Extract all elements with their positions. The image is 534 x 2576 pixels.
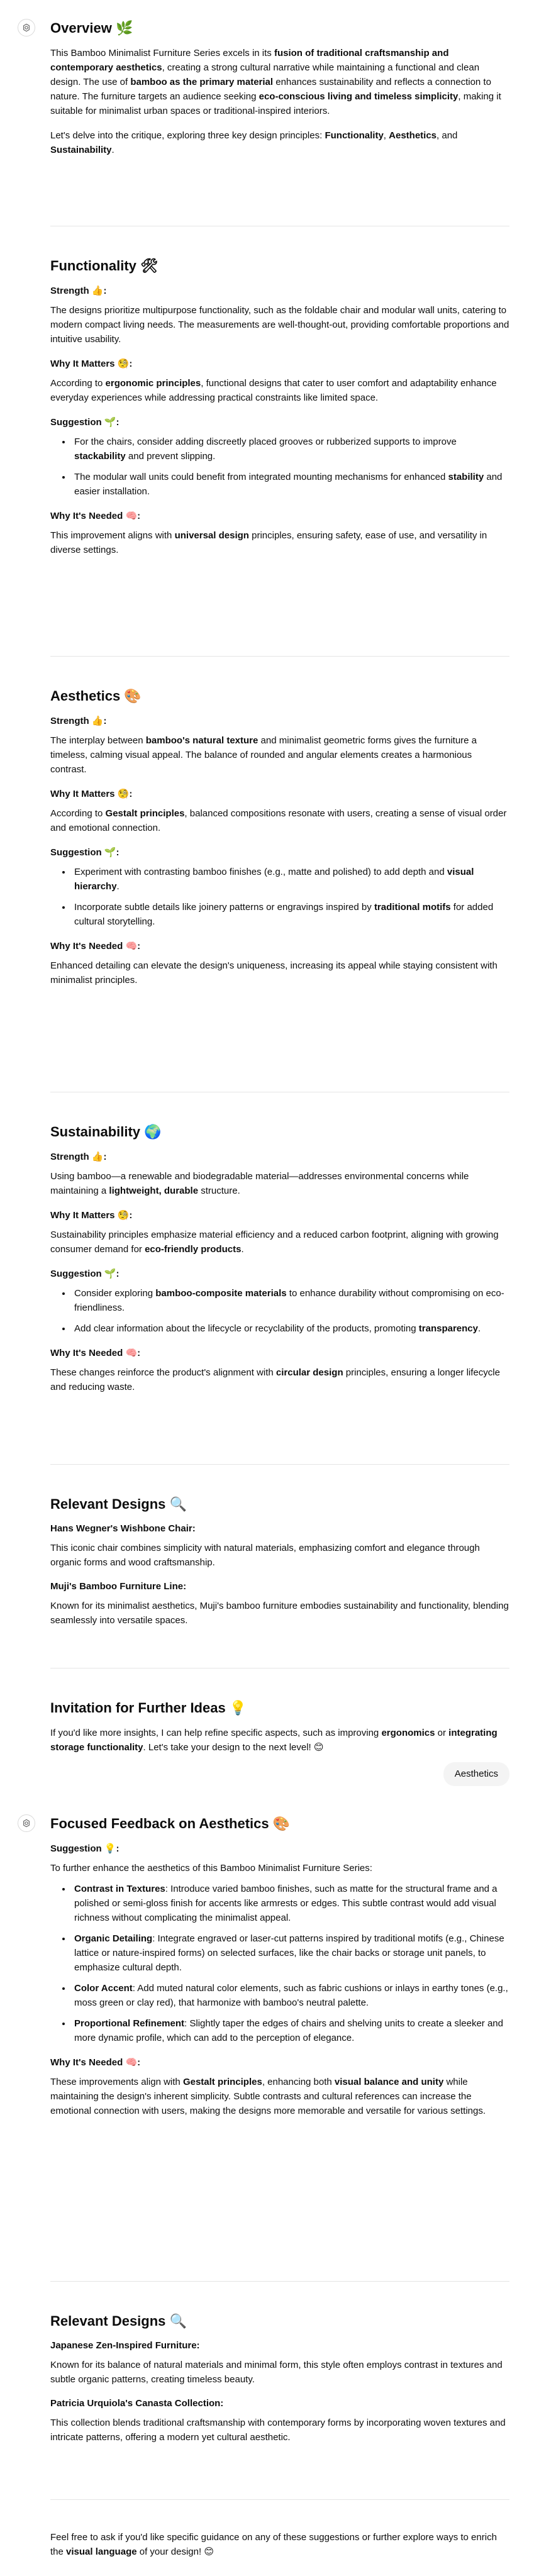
relevant-designs-heading: Relevant Designs 🔍: [50, 2313, 187, 2329]
divider: [50, 656, 509, 657]
openai-logo-icon: [23, 1819, 30, 1828]
suggestion-list: Experiment with contrasting bamboo finis…: [50, 865, 509, 929]
relevant-designs-section: Relevant Designs 🔍 Japanese Zen-Inspired…: [50, 2312, 509, 2455]
list-item: Color Accent: Add muted natural color el…: [72, 1981, 509, 2010]
why-it-matters-paragraph: According to ergonomic principles, funct…: [50, 378, 497, 403]
why-its-needed-heading: Why It's Needed 🧠:: [50, 2057, 141, 2068]
design-description: This iconic chair combines simplicity wi…: [50, 1543, 480, 1568]
suggestion-list: Consider exploring bamboo-composite mate…: [50, 1286, 509, 1336]
why-its-needed-paragraph: Enhanced detailing can elevate the desig…: [50, 960, 498, 985]
assistant-avatar-icon: [18, 19, 35, 36]
why-its-needed-paragraph: This improvement aligns with universal d…: [50, 530, 487, 555]
design-description: This collection blends traditional craft…: [50, 2418, 506, 2443]
strength-heading: Strength 👍:: [50, 1151, 107, 1162]
closing-paragraph: Feel free to ask if you'd like specific …: [50, 2532, 497, 2557]
list-item: Add clear information about the lifecycl…: [72, 1321, 509, 1336]
relevant-designs-section: Relevant Designs 🔍 Hans Wegner's Wishbon…: [50, 1495, 509, 1638]
focused-feedback-section: Focused Feedback on Aesthetics 🎨 Suggest…: [50, 1814, 509, 2128]
suggestion-intro: To further enhance the aesthetics of thi…: [50, 1863, 372, 1874]
why-its-needed-heading: Why It's Needed 🧠:: [50, 940, 141, 952]
design-name: Muji's Bamboo Furniture Line:: [50, 1581, 187, 1592]
list-item: Experiment with contrasting bamboo finis…: [72, 865, 509, 894]
aesthetics-heading: Aesthetics 🎨: [50, 688, 142, 704]
list-item: The modular wall units could benefit fro…: [72, 470, 509, 499]
why-it-matters-paragraph: Sustainability principles emphasize mate…: [50, 1230, 499, 1255]
suggestion-heading: Suggestion 🌱:: [50, 416, 120, 428]
why-it-matters-heading: Why It Matters 🧐:: [50, 1209, 133, 1221]
overview-section: Overview 🌿 This Bamboo Minimalist Furnit…: [50, 19, 509, 167]
list-item: Organic Detailing: Integrate engraved or…: [72, 1931, 509, 1975]
design-name: Patricia Urquiola's Canasta Collection:: [50, 2398, 224, 2409]
overview-principles-paragraph: Let's delve into the critique, exploring…: [50, 130, 458, 155]
strength-heading: Strength 👍:: [50, 285, 107, 296]
sustainability-section: Sustainability 🌍 Strength 👍: Using bambo…: [50, 1123, 509, 1404]
why-it-matters-heading: Why It Matters 🧐:: [50, 358, 133, 369]
strength-heading: Strength 👍:: [50, 715, 107, 726]
list-item: Proportional Refinement: Slightly taper …: [72, 2016, 509, 2045]
strength-paragraph: The interplay between bamboo's natural t…: [50, 735, 477, 775]
divider: [50, 2281, 509, 2282]
design-description: Known for its minimalist aesthetics, Muj…: [50, 1601, 509, 1626]
why-it-matters-paragraph: According to Gestalt principles, balance…: [50, 808, 507, 833]
list-item: For the chairs, consider adding discreet…: [72, 435, 509, 464]
relevant-designs-heading: Relevant Designs 🔍: [50, 1496, 187, 1513]
strength-paragraph: The designs prioritize multipurpose func…: [50, 305, 509, 345]
sustainability-heading: Sustainability 🌍: [50, 1124, 162, 1140]
why-its-needed-paragraph: These changes reinforce the product's al…: [50, 1367, 500, 1392]
why-it-matters-heading: Why It Matters 🧐:: [50, 788, 133, 799]
divider: [50, 1464, 509, 1465]
aesthetics-section: Aesthetics 🎨 Strength 👍: The interplay b…: [50, 687, 509, 997]
chat-transcript: Overview 🌿 This Bamboo Minimalist Furnit…: [0, 0, 534, 2576]
list-item: Consider exploring bamboo-composite mate…: [72, 1286, 509, 1315]
openai-logo-icon: [23, 23, 30, 32]
why-its-needed-heading: Why It's Needed 🧠:: [50, 510, 141, 521]
focused-feedback-heading: Focused Feedback on Aesthetics 🎨: [50, 1816, 291, 1832]
design-description: Known for its balance of natural materia…: [50, 2360, 503, 2385]
suggestion-heading: Suggestion 💡:: [50, 1843, 120, 1854]
invitation-section: Invitation for Further Ideas 💡 If you'd …: [50, 1699, 509, 1765]
suggestion-list: For the chairs, consider adding discreet…: [50, 435, 509, 499]
suggestion-heading: Suggestion 🌱:: [50, 1268, 120, 1279]
design-name: Hans Wegner's Wishbone Chair:: [50, 1523, 196, 1534]
suggestion-list: Contrast in Textures: Introduce varied b…: [50, 1882, 509, 2045]
functionality-heading: Functionality 🛠: [50, 258, 158, 274]
invitation-heading: Invitation for Further Ideas 💡: [50, 1700, 247, 1716]
why-its-needed-heading: Why It's Needed 🧠:: [50, 1347, 141, 1358]
list-item: Contrast in Textures: Introduce varied b…: [72, 1882, 509, 1925]
suggestion-heading: Suggestion 🌱:: [50, 847, 120, 858]
invitation-paragraph: If you'd like more insights, I can help …: [50, 1728, 498, 1753]
user-message-bubble: Aesthetics: [443, 1762, 509, 1786]
divider: [50, 2499, 509, 2500]
strength-paragraph: Using bamboo—a renewable and biodegradab…: [50, 1171, 469, 1196]
list-item: Incorporate subtle details like joinery …: [72, 900, 509, 929]
functionality-section: Functionality 🛠 Strength 👍: The designs …: [50, 257, 509, 567]
closing-section: Feel free to ask if you'd like specific …: [50, 2530, 509, 2569]
design-name: Japanese Zen-Inspired Furniture:: [50, 2340, 200, 2351]
assistant-avatar-icon: [18, 1814, 35, 1832]
overview-heading: Overview 🌿: [50, 20, 133, 36]
why-its-needed-paragraph: These improvements align with Gestalt pr…: [50, 2077, 486, 2116]
overview-paragraph: This Bamboo Minimalist Furniture Series …: [50, 48, 501, 116]
